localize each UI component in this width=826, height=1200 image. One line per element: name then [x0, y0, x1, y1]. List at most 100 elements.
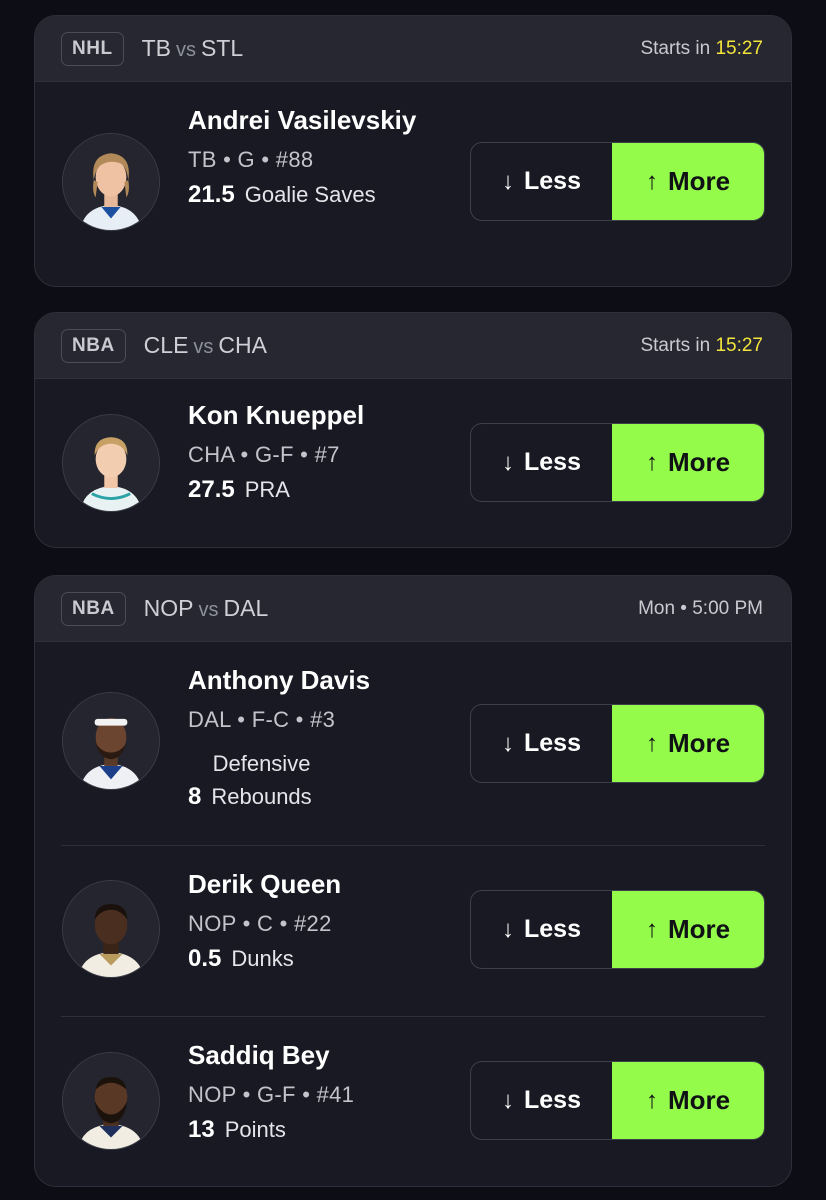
projection-stat: Goalie Saves	[244, 182, 376, 207]
arrow-down-icon: ↓	[502, 1086, 514, 1114]
player-headshot-icon	[63, 134, 159, 230]
more-label: More	[667, 728, 731, 758]
more-button[interactable]: ↑ More	[612, 1062, 764, 1139]
row-divider	[61, 845, 765, 846]
more-label: More	[667, 914, 731, 944]
projection-value: 8	[188, 783, 202, 810]
projection-stat: Dunks	[231, 946, 294, 971]
projection-stat: Points	[224, 1117, 286, 1142]
player-avatar	[62, 880, 160, 978]
more-button[interactable]: ↑ More	[612, 143, 764, 220]
projection-stat-line1: Defensive	[212, 751, 311, 776]
projection: 13 Points	[188, 1116, 448, 1144]
less-label: Less	[524, 448, 581, 476]
matchup: TB vs STL	[142, 35, 244, 62]
start-time: Mon • 5:00 PM	[638, 597, 763, 619]
start-time-prefix: Starts in	[640, 37, 711, 59]
player-headshot-icon	[63, 415, 159, 511]
player-meta: NOP • G-F • #41	[188, 1082, 355, 1107]
player-info: Andrei Vasilevskiy TB • G • #88 21.5 Goa…	[188, 104, 448, 209]
player-row[interactable]: Andrei Vasilevskiy TB • G • #88 21.5 Goa…	[35, 82, 791, 286]
more-label: More	[667, 166, 731, 196]
countdown: 15:27	[715, 334, 763, 356]
pick-buttons: ↓ Less ↑ More	[470, 704, 765, 783]
pick-buttons: ↓ Less ↑ More	[470, 423, 765, 502]
game-card-nop-dal: NBA NOP vs DAL Mon • 5:00 PM Anthony Dav…	[34, 575, 792, 1187]
player-name: Derik Queen	[188, 869, 342, 899]
more-label: More	[667, 447, 731, 477]
player-meta: CHA • G-F • #7	[188, 442, 340, 467]
arrow-up-icon: ↑	[645, 167, 658, 195]
team-away: CLE	[143, 332, 189, 358]
arrow-down-icon: ↓	[502, 448, 514, 476]
player-meta: DAL • F-C • #3	[188, 707, 336, 732]
less-button[interactable]: ↓ Less	[471, 705, 612, 782]
league-badge: NBA	[61, 591, 126, 626]
more-label: More	[667, 1085, 731, 1115]
player-row[interactable]: Saddiq Bey NOP • G-F • #41 13 Points ↓ L…	[35, 1016, 791, 1186]
player-meta: TB • G • #88	[188, 147, 314, 172]
projection-value: 27.5	[188, 476, 235, 503]
game-header: NBA NOP vs DAL Mon • 5:00 PM	[35, 576, 791, 642]
row-divider	[61, 1016, 765, 1017]
game-card-tb-stl: NHL TB vs STL Starts in 15:27 Andrei Vas…	[34, 15, 792, 287]
more-button[interactable]: ↑ More	[612, 424, 764, 501]
projection-stat-line2: Rebounds	[211, 784, 312, 809]
player-name: Saddiq Bey	[188, 1040, 330, 1070]
player-headshot-icon	[63, 1053, 159, 1149]
arrow-down-icon: ↓	[502, 729, 514, 757]
pick-buttons: ↓ Less ↑ More	[470, 142, 765, 221]
game-header: NHL TB vs STL Starts in 15:27	[35, 16, 791, 82]
projection: 21.5 Goalie Saves	[188, 181, 448, 209]
team-home: STL	[200, 35, 244, 61]
league-badge: NHL	[61, 31, 124, 66]
player-row[interactable]: Anthony Davis DAL • F-C • #3 8 Defensive…	[35, 642, 791, 845]
start-time: Starts in 15:27	[640, 335, 763, 357]
more-button[interactable]: ↑ More	[612, 705, 764, 782]
matchup: NOP vs DAL	[144, 595, 269, 622]
projection-value: 13	[188, 1116, 215, 1143]
less-button[interactable]: ↓ Less	[471, 143, 612, 220]
projection: 0.5 Dunks	[188, 945, 448, 973]
less-label: Less	[524, 1086, 581, 1114]
player-row[interactable]: Derik Queen NOP • C • #22 0.5 Dunks ↓ Le…	[35, 845, 791, 1016]
less-button[interactable]: ↓ Less	[471, 424, 612, 501]
player-info: Anthony Davis DAL • F-C • #3 8 Defensive…	[188, 664, 448, 813]
countdown: 15:27	[715, 37, 763, 59]
arrow-down-icon: ↓	[502, 167, 514, 195]
vs-label: vs	[193, 336, 214, 358]
player-avatar	[62, 692, 160, 790]
player-name: Andrei Vasilevskiy	[188, 105, 417, 135]
projection-value: 0.5	[188, 945, 222, 972]
team-home: DAL	[223, 595, 269, 621]
team-away: TB	[141, 35, 171, 61]
vs-label: vs	[175, 39, 196, 61]
player-info: Derik Queen NOP • C • #22 0.5 Dunks	[188, 868, 448, 973]
pick-buttons: ↓ Less ↑ More	[470, 1061, 765, 1140]
arrow-down-icon: ↓	[502, 915, 514, 943]
less-label: Less	[524, 915, 581, 943]
less-button[interactable]: ↓ Less	[471, 1062, 612, 1139]
game-header: NBA CLE vs CHA Starts in 15:27	[35, 313, 791, 379]
player-avatar	[62, 1052, 160, 1150]
player-headshot-icon	[63, 881, 159, 977]
projection-value: 21.5	[188, 181, 235, 208]
projection-stat: Defensive Rebounds	[211, 747, 311, 813]
player-row[interactable]: Kon Knueppel CHA • G-F • #7 27.5 PRA ↓ L…	[35, 379, 791, 547]
start-time: Starts in 15:27	[640, 38, 763, 60]
vs-label: vs	[198, 599, 219, 621]
start-time-prefix: Starts in	[640, 334, 711, 356]
projection: 8 Defensive Rebounds	[188, 747, 448, 813]
less-label: Less	[524, 729, 581, 757]
player-name: Kon Knueppel	[188, 400, 365, 430]
arrow-up-icon: ↑	[645, 448, 658, 476]
more-button[interactable]: ↑ More	[612, 891, 764, 968]
player-info: Kon Knueppel CHA • G-F • #7 27.5 PRA	[188, 399, 448, 504]
projection: 27.5 PRA	[188, 476, 448, 504]
player-avatar	[62, 133, 160, 231]
league-badge: NBA	[61, 328, 126, 363]
pick-buttons: ↓ Less ↑ More	[470, 890, 765, 969]
less-button[interactable]: ↓ Less	[471, 891, 612, 968]
game-card-cle-cha: NBA CLE vs CHA Starts in 15:27 Kon Knuep…	[34, 312, 792, 548]
team-home: CHA	[218, 332, 267, 358]
